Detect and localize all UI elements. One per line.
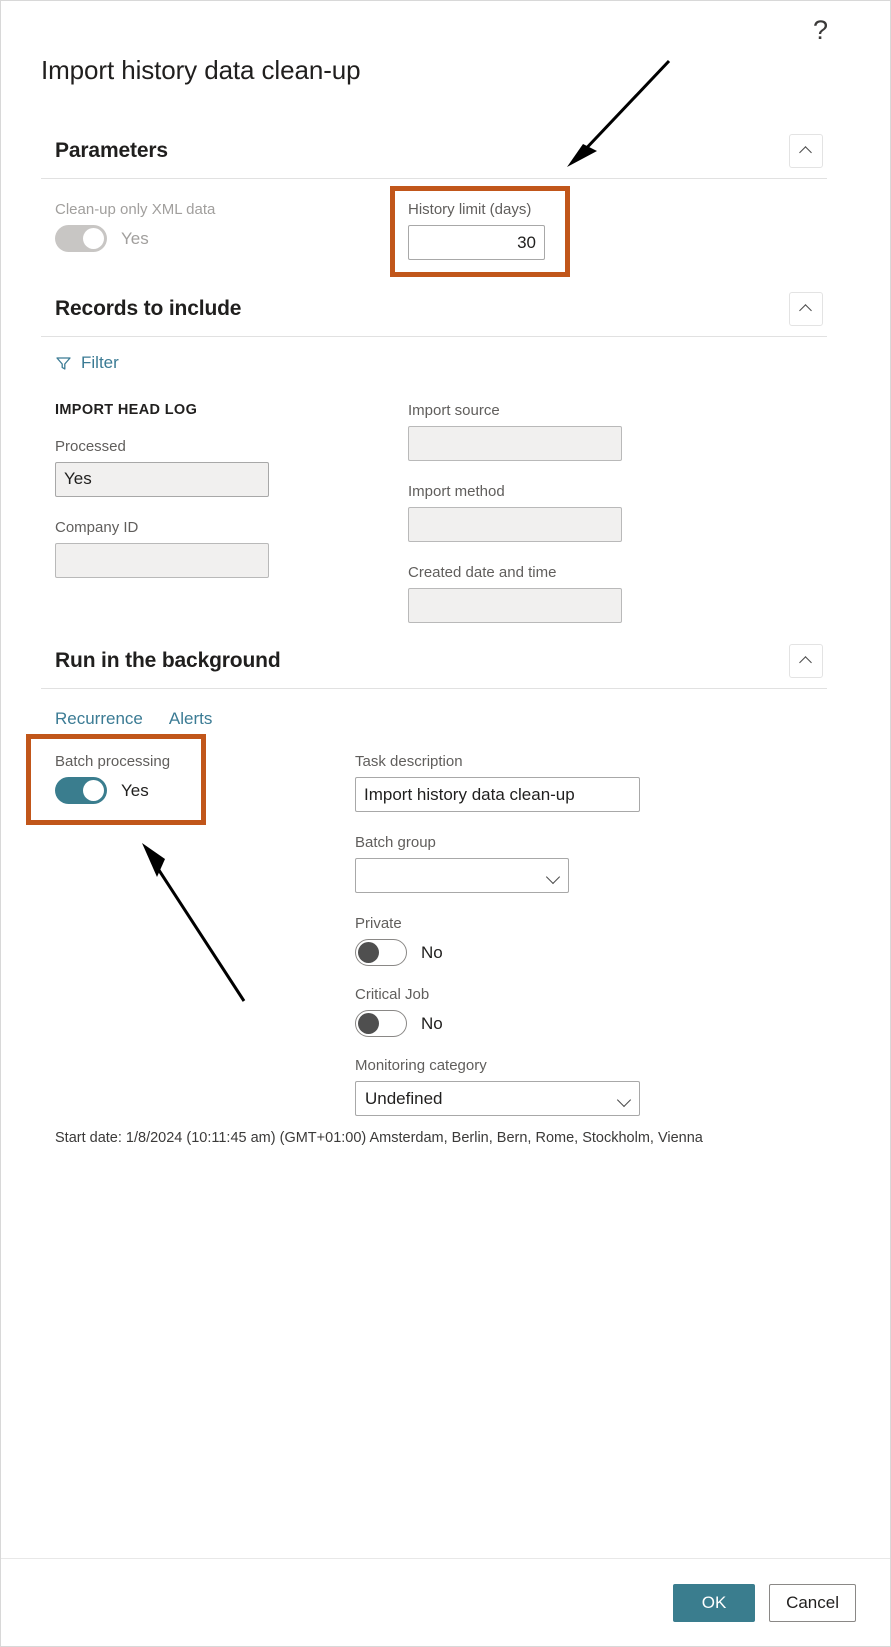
import-history-cleanup-dialog: ? Import history data clean-up Parameter… xyxy=(0,0,891,1647)
tab-alerts[interactable]: Alerts xyxy=(169,709,212,729)
task-description-input[interactable]: Import history data clean-up xyxy=(355,777,640,812)
collapse-parameters-button[interactable] xyxy=(789,133,823,168)
created-date-time-label: Created date and time xyxy=(408,563,557,581)
records-body: Filter IMPORT HEAD LOG Processed Yes Com… xyxy=(41,337,827,623)
field-import-method: Import method xyxy=(408,483,622,542)
toggle-knob xyxy=(83,780,104,801)
monitoring-category-label: Monitoring category xyxy=(355,1057,487,1074)
batch-processing-toggle[interactable] xyxy=(55,777,107,804)
critical-job-label: Critical Job xyxy=(355,986,430,1003)
batch-processing-label: Batch processing xyxy=(55,753,171,770)
toggle-knob xyxy=(83,228,104,249)
processed-label: Processed xyxy=(55,437,126,455)
field-task-description: Task description Import history data cle… xyxy=(355,753,640,812)
filter-button[interactable]: Filter xyxy=(55,353,119,373)
import-method-label: Import method xyxy=(408,482,505,500)
parameters-body: Clean-up only XML data Yes History limit… xyxy=(41,179,827,260)
import-method-input[interactable] xyxy=(408,506,622,542)
critical-job-value: No xyxy=(421,1013,443,1033)
tab-recurrence[interactable]: Recurrence xyxy=(55,709,143,729)
section-parameters-header: Parameters xyxy=(41,123,827,179)
field-batch-processing: Batch processing Yes xyxy=(55,753,355,804)
chevron-down-icon xyxy=(547,872,560,880)
section-background-header: Run in the background xyxy=(41,633,827,689)
section-records: Records to include Filter IMPORT HEAD LO… xyxy=(41,281,827,623)
import-source-input[interactable] xyxy=(408,425,622,461)
monitoring-category-select[interactable]: Undefined xyxy=(355,1081,640,1116)
section-background: Run in the background Recurrence Alerts … xyxy=(41,633,827,1116)
start-date-text: Start date: 1/8/2024 (10:11:45 am) (GMT+… xyxy=(55,1130,703,1146)
history-limit-input[interactable]: 30 xyxy=(408,225,545,260)
cleanup-xml-toggle[interactable] xyxy=(55,225,107,252)
monitoring-category-value: Undefined xyxy=(365,1088,443,1108)
background-fields: Batch processing Yes Task description Im… xyxy=(55,753,813,1116)
funnel-icon xyxy=(56,356,71,370)
company-id-label: Company ID xyxy=(55,518,139,536)
batch-processing-value: Yes xyxy=(121,780,149,800)
collapse-background-button[interactable] xyxy=(789,643,823,678)
collapse-records-button[interactable] xyxy=(789,291,823,326)
group-label-import-head-log: IMPORT HEAD LOG xyxy=(55,401,198,418)
critical-job-toggle-row: No xyxy=(355,1010,640,1037)
toggle-knob xyxy=(358,1013,379,1034)
processed-input[interactable]: Yes xyxy=(55,461,269,497)
filter-label: Filter xyxy=(81,353,119,372)
cancel-button[interactable]: Cancel xyxy=(769,1583,856,1622)
field-history-limit: History limit (days) 30 xyxy=(408,201,545,260)
task-description-label: Task description xyxy=(355,753,463,770)
section-parameters: Parameters Clean-up only XML data Yes Hi… xyxy=(41,123,827,260)
chevron-up-icon xyxy=(800,657,812,664)
history-limit-label: History limit (days) xyxy=(408,201,532,218)
private-label: Private xyxy=(355,915,402,932)
records-left-column: IMPORT HEAD LOG Processed Yes Company ID xyxy=(55,402,408,623)
company-id-input[interactable] xyxy=(55,542,269,578)
private-toggle-row: No xyxy=(355,939,640,966)
chevron-down-icon xyxy=(618,1095,631,1103)
batch-group-label: Batch group xyxy=(355,834,436,851)
cleanup-xml-toggle-row: Yes xyxy=(55,225,408,252)
section-parameters-title: Parameters xyxy=(55,138,168,162)
section-records-header: Records to include xyxy=(41,281,827,337)
records-right-column: Import source Import method Created date… xyxy=(408,402,622,623)
batch-group-select[interactable] xyxy=(355,858,569,893)
section-background-title: Run in the background xyxy=(55,648,281,672)
import-source-label: Import source xyxy=(408,401,500,419)
private-toggle[interactable] xyxy=(355,939,407,966)
section-records-title: Records to include xyxy=(55,296,242,320)
dialog-footer: OK Cancel xyxy=(1,1558,890,1646)
batch-processing-toggle-row: Yes xyxy=(55,777,355,804)
chevron-up-icon xyxy=(800,147,812,154)
background-right-column: Task description Import history data cle… xyxy=(355,753,640,1116)
field-critical-job: Critical Job No xyxy=(355,986,640,1037)
help-icon[interactable]: ? xyxy=(813,17,828,44)
background-tabs: Recurrence Alerts xyxy=(55,709,813,729)
background-body: Recurrence Alerts Batch processing Yes T… xyxy=(41,689,827,1116)
page-title: Import history data clean-up xyxy=(41,55,361,85)
field-import-source: Import source xyxy=(408,402,622,461)
critical-job-toggle[interactable] xyxy=(355,1010,407,1037)
chevron-up-icon xyxy=(800,305,812,312)
created-date-time-input[interactable] xyxy=(408,587,622,623)
records-fields: IMPORT HEAD LOG Processed Yes Company ID… xyxy=(55,402,813,623)
field-cleanup-xml: Clean-up only XML data Yes xyxy=(55,201,408,260)
field-company-id: Company ID xyxy=(55,519,408,578)
cleanup-xml-label: Clean-up only XML data xyxy=(55,201,216,218)
background-left-column: Batch processing Yes xyxy=(55,753,355,1116)
ok-button[interactable]: OK xyxy=(673,1583,756,1622)
private-value: No xyxy=(421,942,443,962)
field-monitoring-category: Monitoring category Undefined xyxy=(355,1057,640,1116)
field-created-date-time: Created date and time xyxy=(408,564,622,623)
field-batch-group: Batch group xyxy=(355,834,640,893)
cleanup-xml-value: Yes xyxy=(121,228,149,248)
field-processed: Processed Yes xyxy=(55,438,408,497)
toggle-knob xyxy=(358,942,379,963)
field-private: Private No xyxy=(355,915,640,966)
